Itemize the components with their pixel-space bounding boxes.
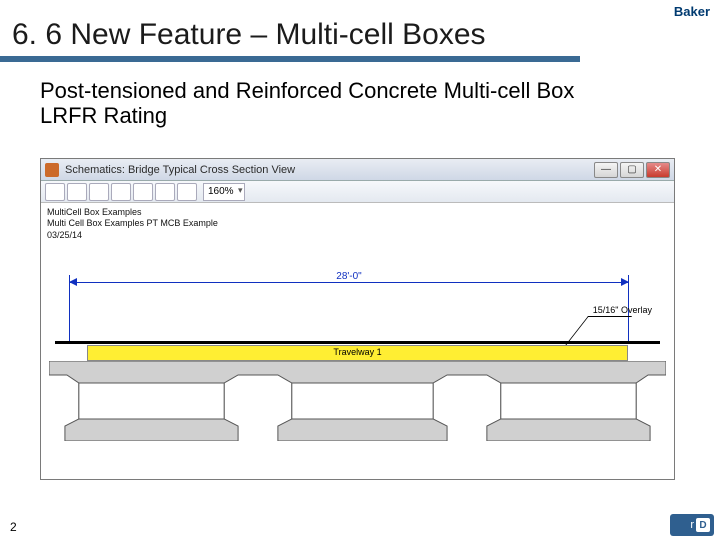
app-window: Schematics: Bridge Typical Cross Section… <box>40 158 675 480</box>
close-button[interactable]: ✕ <box>646 162 670 178</box>
app-toolbar: 160% <box>41 181 674 203</box>
minimize-button[interactable]: — <box>594 162 618 178</box>
footer-logo: r D <box>670 514 714 536</box>
meta-line-2: Multi Cell Box Examples PT MCB Example <box>47 218 218 229</box>
app-window-title: Schematics: Bridge Typical Cross Section… <box>65 164 295 176</box>
window-controls: — ▢ ✕ <box>594 162 670 178</box>
deck-top-line <box>55 341 660 344</box>
app-icon <box>45 163 59 177</box>
slide-title-bar: 6. 6 New Feature – Multi-cell Boxes <box>0 14 720 56</box>
cursor-icon[interactable] <box>67 183 87 201</box>
fit-icon[interactable] <box>133 183 153 201</box>
meta-line-3: 03/25/14 <box>47 230 218 241</box>
drawing-meta: MultiCell Box Examples Multi Cell Box Ex… <box>47 207 218 241</box>
footer-logo-r: r <box>690 519 694 531</box>
slide-title: 6. 6 New Feature – Multi-cell Boxes <box>12 18 486 51</box>
zoom-in-icon[interactable] <box>89 183 109 201</box>
maximize-button[interactable]: ▢ <box>620 162 644 178</box>
overlay-label: 15/16" Overlay <box>593 305 652 315</box>
multicell-box-beam <box>49 361 666 441</box>
travelway-label: Travelway 1 <box>88 347 627 357</box>
title-underline <box>0 56 580 62</box>
drawing-canvas: MultiCell Box Examples Multi Cell Box Ex… <box>41 203 674 479</box>
travelway-strip: Travelway 1 <box>87 345 628 361</box>
zoom-out-icon[interactable] <box>111 183 131 201</box>
slide-subtitle: Post-tensioned and Reinforced Concrete M… <box>40 78 600 129</box>
page-number: 2 <box>10 520 17 534</box>
cross-section: Travelway 1 <box>55 331 660 451</box>
layers-icon[interactable] <box>177 183 197 201</box>
print-icon[interactable] <box>45 183 65 201</box>
span-dimension-label: 28'-0" <box>332 271 365 282</box>
meta-line-1: MultiCell Box Examples <box>47 207 218 218</box>
zoom-select[interactable]: 160% <box>203 183 245 201</box>
grid-icon[interactable] <box>155 183 175 201</box>
footer-logo-d: D <box>696 518 710 532</box>
app-titlebar: Schematics: Bridge Typical Cross Section… <box>41 159 674 181</box>
span-dimension: 28'-0" <box>69 275 629 289</box>
